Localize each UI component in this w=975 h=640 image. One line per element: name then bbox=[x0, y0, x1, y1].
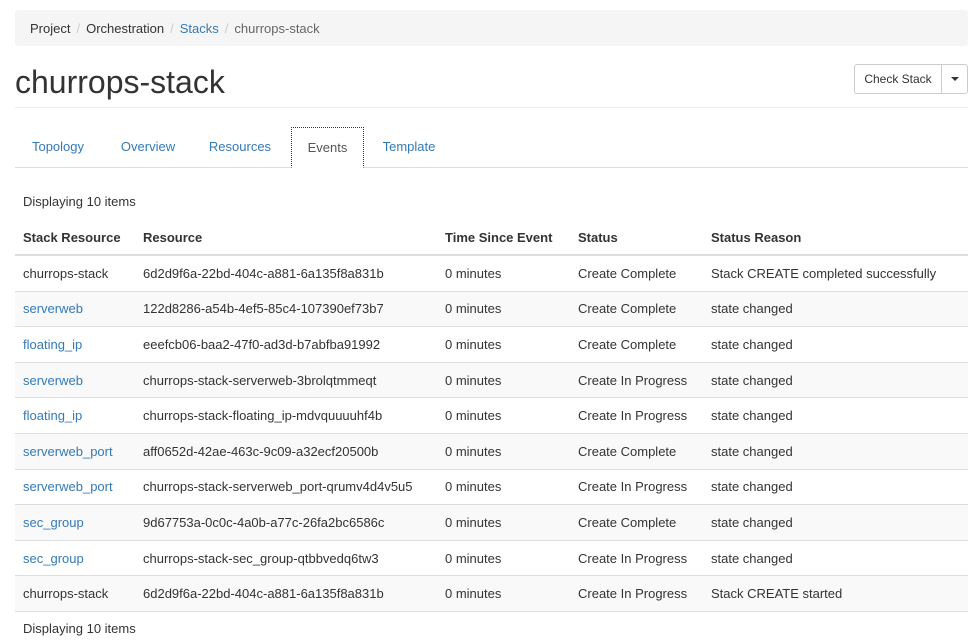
table-row: serverweb_port churrops-stack-serverweb_p… bbox=[15, 468, 968, 505]
breadcrumb-separator: / bbox=[224, 20, 229, 36]
status-reason: state changed bbox=[703, 539, 968, 576]
status-reason: state changed bbox=[703, 468, 968, 505]
table-row: serverweb churrops-stack-serverweb-3brolq… bbox=[15, 361, 968, 398]
table-row: floating_ip eeefcb06-baa2-47f0-ad3d-b7abf… bbox=[15, 326, 968, 363]
items-count-bottom: Displaying 10 items bbox=[23, 621, 136, 636]
stack-actions: Check Stack bbox=[854, 64, 968, 94]
table-row: sec_group churrops-stack-sec_group-qtbbve… bbox=[15, 539, 968, 576]
stack-resource-link[interactable]: serverweb_port bbox=[15, 432, 135, 470]
event-status: Create Complete bbox=[570, 432, 703, 470]
breadcrumb-project[interactable]: Project bbox=[30, 21, 70, 36]
tab-bar: Topology Overview Resources Events Templ… bbox=[15, 127, 968, 168]
column-header[interactable]: Resource bbox=[135, 220, 437, 256]
time-since-event: 0 minutes bbox=[437, 504, 570, 541]
table-header-row: Stack Resource Resource Time Since Event… bbox=[15, 220, 968, 256]
table-row: serverweb 122d8286-a54b-4ef5-85c4-107390e… bbox=[15, 290, 968, 327]
status-reason: state changed bbox=[703, 326, 968, 363]
tab-topology[interactable]: Topology bbox=[15, 127, 101, 168]
table-row: sec_group 9d67753a-0c0c-4a0b-a77c-26fa2bc… bbox=[15, 504, 968, 541]
events-table: Stack Resource Resource Time Since Event… bbox=[15, 220, 968, 611]
title-divider bbox=[15, 107, 968, 108]
breadcrumb-current: churrops-stack bbox=[234, 20, 320, 36]
check-stack-button[interactable]: Check Stack bbox=[854, 64, 942, 94]
time-since-event: 0 minutes bbox=[437, 539, 570, 576]
column-header[interactable]: Status Reason bbox=[703, 220, 968, 256]
resource-id: 6d2d9f6a-22bd-404c-a881-6a135f8a831b bbox=[135, 575, 437, 611]
time-since-event: 0 minutes bbox=[437, 432, 570, 470]
time-since-event: 0 minutes bbox=[437, 361, 570, 398]
resource-id: 6d2d9f6a-22bd-404c-a881-6a135f8a831b bbox=[135, 254, 437, 292]
time-since-event: 0 minutes bbox=[437, 468, 570, 505]
table-row: serverweb_port aff0652d-42ae-463c-9c09-a3… bbox=[15, 432, 968, 470]
time-since-event: 0 minutes bbox=[437, 254, 570, 292]
time-since-event: 0 minutes bbox=[437, 397, 570, 434]
breadcrumb-separator: / bbox=[170, 20, 174, 36]
breadcrumb-orchestration[interactable]: Orchestration bbox=[86, 21, 164, 36]
table-row: floating_ip churrops-stack-floating_ip-md… bbox=[15, 397, 968, 434]
table-row: churrops-stack 6d2d9f6a-22bd-404c-a881-6a… bbox=[15, 575, 968, 611]
status-reason: state changed bbox=[703, 432, 968, 470]
status-reason: Stack CREATE started bbox=[703, 575, 968, 611]
stack-resource-link[interactable]: serverweb_port bbox=[15, 468, 135, 505]
event-status: Create In Progress bbox=[570, 468, 703, 505]
tab-resources[interactable]: Resources bbox=[197, 127, 283, 168]
tab-events[interactable]: Events bbox=[291, 127, 364, 168]
event-status: Create Complete bbox=[570, 326, 703, 363]
stack-resource-link[interactable]: serverweb bbox=[15, 290, 135, 327]
time-since-event: 0 minutes bbox=[437, 326, 570, 363]
page-title: churrops-stack bbox=[15, 64, 225, 100]
status-reason: state changed bbox=[703, 361, 968, 398]
items-count-top: Displaying 10 items bbox=[23, 194, 136, 209]
event-status: Create In Progress bbox=[570, 397, 703, 434]
stack-resource-link[interactable]: floating_ip bbox=[15, 326, 135, 363]
resource-id: churrops-stack-sec_group-qtbbvedq6tw3 bbox=[135, 539, 437, 576]
event-status: Create In Progress bbox=[570, 539, 703, 576]
tab-overview[interactable]: Overview bbox=[109, 127, 187, 168]
stack-resource-name: churrops-stack bbox=[15, 254, 135, 292]
stack-resource-link[interactable]: sec_group bbox=[15, 504, 135, 541]
tab-template[interactable]: Template bbox=[373, 127, 445, 168]
status-reason: state changed bbox=[703, 504, 968, 541]
resource-id: aff0652d-42ae-463c-9c09-a32ecf20500b bbox=[135, 432, 437, 470]
table-row: churrops-stack 6d2d9f6a-22bd-404c-a881-6a… bbox=[15, 254, 968, 292]
event-status: Create Complete bbox=[570, 254, 703, 292]
table-bottom-rule bbox=[15, 611, 968, 612]
event-status: Create In Progress bbox=[570, 575, 703, 611]
breadcrumb-separator: / bbox=[76, 20, 81, 36]
resource-id: eeefcb06-baa2-47f0-ad3d-b7abfba91992 bbox=[135, 326, 437, 363]
column-header[interactable]: Stack Resource bbox=[15, 220, 135, 256]
caret-down-icon bbox=[950, 77, 959, 81]
event-status: Create Complete bbox=[570, 290, 703, 327]
time-since-event: 0 minutes bbox=[437, 575, 570, 611]
resource-id: 122d8286-a54b-4ef5-85c4-107390ef73b7 bbox=[135, 290, 437, 327]
column-header[interactable]: Time Since Event bbox=[437, 220, 570, 256]
event-status: Create In Progress bbox=[570, 361, 703, 398]
stack-resource-link[interactable]: sec_group bbox=[15, 539, 135, 576]
time-since-event: 0 minutes bbox=[437, 290, 570, 327]
status-reason: Stack CREATE completed successfully bbox=[703, 254, 968, 292]
status-reason: state changed bbox=[703, 290, 968, 327]
stack-resource-link[interactable]: serverweb bbox=[15, 361, 135, 398]
resource-id: churrops-stack-serverweb_port-qrumv4d4v5… bbox=[135, 468, 437, 505]
resource-id: 9d67753a-0c0c-4a0b-a77c-26fa2bc6586c bbox=[135, 504, 437, 541]
breadcrumb: Project / Orchestration / Stacks / churr… bbox=[15, 10, 968, 46]
event-status: Create Complete bbox=[570, 504, 703, 541]
resource-id: churrops-stack-floating_ip-mdvquuuuhf4b bbox=[135, 397, 437, 434]
column-header[interactable]: Status bbox=[570, 220, 703, 256]
actions-dropdown-toggle[interactable] bbox=[942, 64, 968, 94]
stack-resource-link[interactable]: floating_ip bbox=[15, 397, 135, 434]
stack-resource-name: churrops-stack bbox=[15, 575, 135, 611]
resource-id: churrops-stack-serverweb-3brolqtmmeqt bbox=[135, 361, 437, 398]
breadcrumb-stacks[interactable]: Stacks bbox=[180, 21, 219, 36]
status-reason: state changed bbox=[703, 397, 968, 434]
